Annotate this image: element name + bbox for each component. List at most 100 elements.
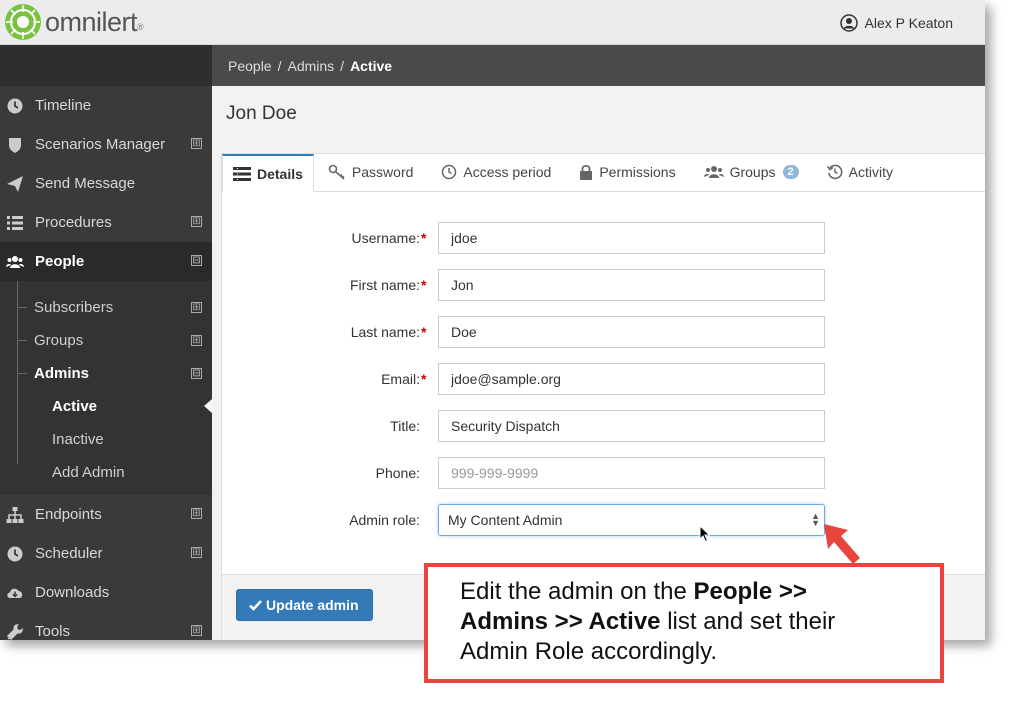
- first-name-label: First name:: [349, 277, 420, 293]
- sidebar-item-send-message[interactable]: Send Message: [0, 164, 212, 203]
- admin-role-select[interactable]: My Content Admin ▲ ▼: [438, 504, 825, 536]
- tab-label: Password: [351, 164, 414, 180]
- tab-permissions[interactable]: Permissions: [565, 153, 689, 191]
- omnilert-logo-icon: [5, 4, 41, 40]
- sidebar-item-admins[interactable]: Admins ⊟: [0, 357, 212, 390]
- sidebar-item-scenarios-manager[interactable]: Scenarios Manager ⊞: [0, 125, 212, 164]
- sidebar-item-people[interactable]: People ⊟: [0, 242, 212, 281]
- title-input[interactable]: [438, 410, 825, 442]
- user-name: Alex P Keaton: [864, 15, 953, 31]
- check-icon: [249, 600, 262, 611]
- wrench-icon: [6, 624, 23, 640]
- tab-label: Permissions: [599, 164, 676, 180]
- sidebar-item-tools[interactable]: Tools ⊞: [0, 612, 212, 640]
- tab-details[interactable]: Details: [222, 154, 314, 192]
- expand-icon[interactable]: ⊞: [191, 625, 202, 636]
- cloud-download-icon: [7, 588, 23, 598]
- email-label: Email:: [381, 371, 420, 387]
- sidebar-item-admins-inactive[interactable]: Inactive: [0, 423, 212, 456]
- tab-password[interactable]: Password: [314, 153, 427, 191]
- required-mark: *: [421, 324, 427, 340]
- expand-icon[interactable]: ⊞: [191, 547, 202, 558]
- phone-label: Phone:: [375, 465, 420, 481]
- admin-role-label: Admin role:: [349, 512, 420, 528]
- tree-tick: [17, 340, 27, 341]
- sidebar-item-downloads[interactable]: Downloads: [0, 573, 212, 612]
- select-arrows-icon: ▲ ▼: [811, 511, 820, 528]
- top-bar: omnilert ® Alex P Keaton: [0, 0, 985, 45]
- sidebar-item-label: Scenarios Manager: [35, 136, 166, 153]
- sidebar-item-procedures[interactable]: Procedures ⊞: [0, 203, 212, 242]
- annotation-arrow-icon: [824, 524, 860, 564]
- key-icon: [328, 164, 345, 180]
- callout-text: list and set their: [660, 608, 836, 635]
- first-name-input[interactable]: [438, 269, 825, 301]
- expand-icon[interactable]: ⊞: [191, 302, 202, 313]
- paper-plane-icon: [7, 176, 23, 192]
- tab-label: Access period: [463, 164, 552, 180]
- email-input[interactable]: [438, 363, 825, 395]
- form-row-title: Title:: [222, 410, 985, 457]
- button-label: Update admin: [266, 597, 359, 613]
- form-row-phone: Phone:: [222, 457, 985, 504]
- breadcrumb-people[interactable]: People: [228, 58, 272, 74]
- last-name-input[interactable]: [438, 316, 825, 348]
- user-menu[interactable]: Alex P Keaton: [839, 14, 953, 32]
- page-title: Jon Doe: [226, 103, 297, 124]
- breadcrumb-admins[interactable]: Admins: [287, 58, 334, 74]
- sidebar-item-label: Send Message: [35, 175, 136, 192]
- sidebar-item-label: Groups: [34, 332, 84, 349]
- tab-activity[interactable]: Activity: [813, 153, 907, 191]
- sidebar-item-label: People: [35, 253, 85, 270]
- admin-form: Username: * First name: * Last name: * E…: [222, 222, 985, 551]
- sidebar-item-add-admin[interactable]: Add Admin: [0, 456, 212, 489]
- user-circle-icon: [839, 14, 858, 32]
- sidebar-item-label: Procedures: [35, 214, 112, 231]
- sidebar-item-endpoints[interactable]: Endpoints ⊞: [0, 495, 212, 534]
- sidebar-item-timeline[interactable]: Timeline: [0, 86, 212, 125]
- collapse-icon[interactable]: ⊟: [191, 368, 202, 379]
- required-mark: *: [421, 277, 427, 293]
- sidebar: Timeline Scenarios Manager ⊞ Send Messag…: [0, 45, 212, 640]
- history-icon: [826, 164, 843, 180]
- form-row-first-name: First name: *: [222, 269, 985, 316]
- sidebar-item-label: Add Admin: [52, 464, 125, 481]
- shield-icon: [9, 138, 21, 153]
- list-icon: [7, 216, 23, 230]
- phone-input[interactable]: [438, 457, 825, 489]
- update-admin-button[interactable]: Update admin: [236, 589, 373, 621]
- sidebar-item-scheduler[interactable]: Scheduler ⊞: [0, 534, 212, 573]
- tab-label: Groups: [729, 164, 776, 180]
- tab-label: Activity: [848, 164, 893, 180]
- required-mark: *: [421, 371, 427, 387]
- users-icon: [6, 256, 24, 268]
- logo[interactable]: omnilert ®: [4, 3, 144, 41]
- collapse-icon[interactable]: ⊟: [191, 255, 202, 266]
- form-row-email: Email: *: [222, 363, 985, 410]
- tree-tick: [17, 307, 27, 308]
- tab-access-period[interactable]: Access period: [427, 153, 565, 191]
- tab-groups[interactable]: Groups 2: [690, 153, 813, 191]
- annotation-callout: Edit the admin on the People >> Admins >…: [424, 563, 944, 683]
- last-name-label: Last name:: [350, 324, 420, 340]
- sidebar-item-label: Subscribers: [34, 299, 114, 316]
- username-input[interactable]: [438, 222, 825, 254]
- sidebar-item-label: Tools: [35, 623, 71, 640]
- groups-count-badge: 2: [782, 165, 799, 179]
- expand-icon[interactable]: ⊞: [191, 216, 202, 227]
- sidebar-item-subscribers[interactable]: Subscribers ⊞: [0, 291, 212, 324]
- sidebar-item-groups[interactable]: Groups ⊞: [0, 324, 212, 357]
- sidebar-item-admins-active[interactable]: Active: [0, 390, 212, 423]
- sidebar-item-label: Inactive: [52, 431, 104, 448]
- clock-icon: [7, 98, 23, 114]
- sidebar-item-label: Downloads: [35, 584, 110, 601]
- expand-icon[interactable]: ⊞: [191, 335, 202, 346]
- breadcrumb-separator: /: [277, 57, 282, 74]
- list-alt-icon: [233, 166, 251, 181]
- logo-registered-mark: ®: [137, 22, 144, 32]
- callout-text: Admin Role accordingly.: [460, 638, 718, 665]
- expand-icon[interactable]: ⊞: [191, 508, 202, 519]
- callout-bold-text: Admins >> Active: [460, 608, 661, 635]
- expand-icon[interactable]: ⊞: [191, 138, 202, 149]
- sitemap-icon: [6, 507, 24, 523]
